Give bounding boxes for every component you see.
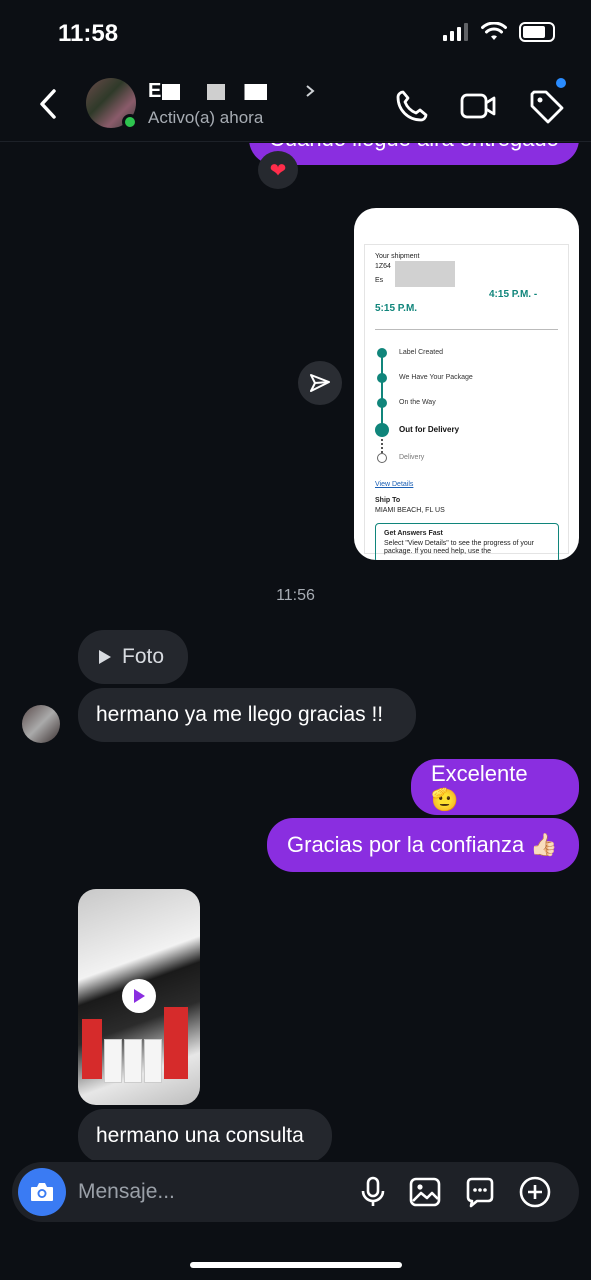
battery-icon [519,22,555,42]
shared-screenshot[interactable]: Your shipment 1Z64 Es 4:15 P.M. - 5:15 P… [354,208,579,560]
message-text: Cuando llegue aira entregado [269,143,559,152]
status-bar: 11:58 [0,0,591,64]
step-check-icon [377,398,387,408]
step-label: On the Way [399,399,436,406]
message-text: Gracias por la confianza 👍🏻 [287,832,558,857]
camera-button[interactable] [18,1168,66,1216]
pending-step-icon [377,453,387,463]
product-box [164,1007,188,1079]
gallery-icon[interactable] [408,1175,442,1209]
faq-box: Get Answers Fast Select "View Details" t… [375,523,559,560]
photo-message[interactable]: Foto [78,630,188,684]
message-composer [12,1162,579,1222]
message-text: hermano una consulta [96,1124,304,1147]
progress-line [381,353,383,429]
step-label: Label Created [399,349,443,356]
step-label: We Have Your Package [399,374,473,381]
home-indicator [190,1262,402,1268]
signal-icon [443,23,468,41]
sender-avatar[interactable] [22,705,60,743]
message-incoming[interactable]: hermano una consulta [78,1109,332,1160]
step-check-icon [377,348,387,358]
play-icon [99,650,111,664]
video-thumbnail[interactable] [78,889,200,1105]
delivery-window-end: 5:15 P.M. [375,303,418,314]
redacted-block [395,261,455,287]
heart-reaction-icon[interactable]: ❤ [258,151,298,189]
message-outgoing[interactable]: Cuando llegue aira entregado [249,143,579,165]
step-label-current: Out for Delivery [399,425,460,434]
product-box [82,1019,102,1079]
your-shipment-label: Your shipment [375,253,420,260]
ship-to-value: MIAMI BEACH, FL US [375,507,445,514]
message-list[interactable]: Cuando llegue aira entregado ❤ Your ship… [0,143,591,1160]
estimated-label: Es [375,277,384,284]
contact-name-text: E [148,80,163,102]
product-box [104,1039,122,1083]
ship-to-label: Ship To [375,497,401,504]
progress-dotted-line [381,439,383,453]
tag-icon[interactable] [526,86,566,126]
status-time: 11:58 [58,20,119,47]
message-text: Excelente 🫡 [431,761,528,812]
tracking-card: Your shipment 1Z64 Es 4:15 P.M. - 5:15 P… [364,244,569,560]
microphone-icon[interactable] [356,1175,390,1209]
truck-icon [375,423,389,437]
back-arrow-icon[interactable] [34,86,64,122]
message-outgoing[interactable]: Gracias por la confianza 👍🏻 [267,818,579,872]
message-incoming[interactable]: hermano ya me llego gracias !! [78,688,416,742]
play-button[interactable] [122,979,156,1013]
tracking-number: 1Z64 [375,263,391,270]
product-box [124,1039,142,1083]
delivery-window-start: 4:15 P.M. - [489,289,538,300]
message-timestamp: 11:56 [276,587,315,604]
presence-status: Activo(a) ahora [148,108,264,127]
message-outgoing[interactable]: Excelente 🫡 [411,759,579,815]
online-indicator [122,114,138,130]
status-icons [443,22,555,42]
plus-circle-icon[interactable] [518,1175,552,1209]
contact-avatar[interactable] [86,78,138,130]
video-call-icon[interactable] [458,86,498,126]
chevron-right-icon [306,85,315,97]
step-label: Delivery [399,454,425,461]
view-details-link: View Details [375,481,414,488]
step-check-icon [377,373,387,383]
redacted-name [162,83,313,100]
divider [375,329,558,330]
message-text: hermano ya me llego gracias !! [96,703,384,726]
wifi-icon [481,22,507,40]
send-icon [310,374,330,392]
play-icon [134,989,145,1003]
sticker-chat-icon[interactable] [463,1175,497,1209]
notification-dot [556,78,566,88]
chat-header: E Activo(a) ahora [0,70,591,142]
product-box [144,1039,162,1083]
contact-name[interactable]: E [148,80,313,103]
faq-body: Select "View Details" to see the progres… [384,540,534,555]
share-button[interactable] [298,361,342,405]
message-input[interactable] [78,1176,328,1208]
phone-icon[interactable] [392,86,432,126]
faq-title: Get Answers Fast [384,530,443,537]
camera-icon [31,1183,53,1201]
photo-label: Foto [122,645,165,668]
